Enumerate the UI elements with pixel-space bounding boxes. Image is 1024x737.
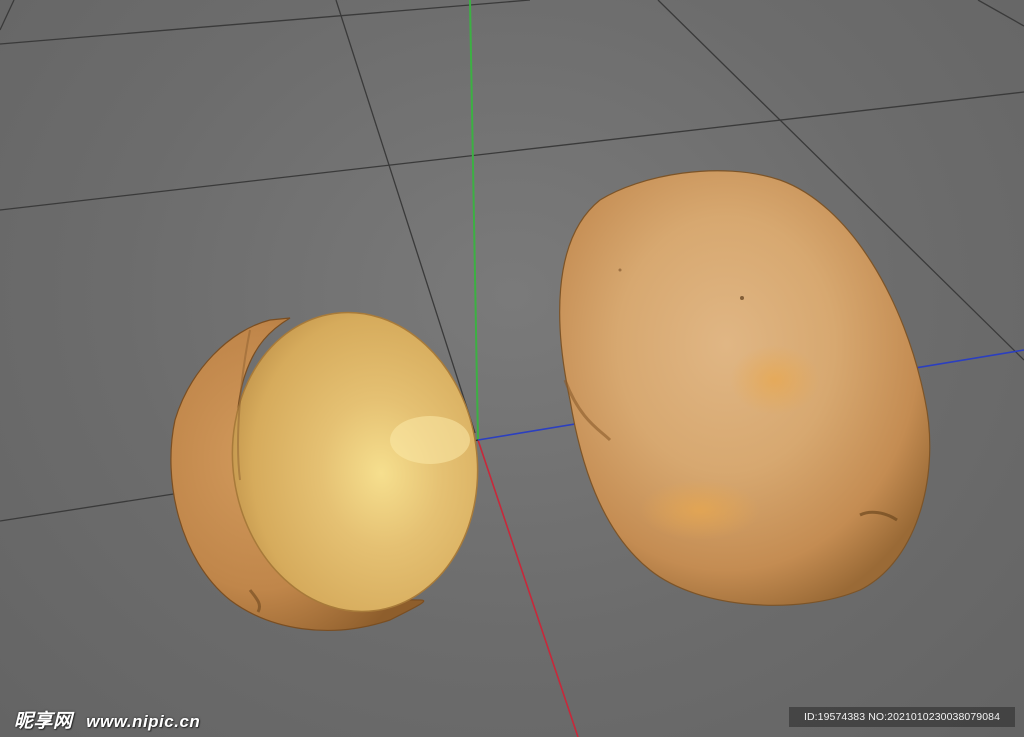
grid-line (0, 0, 15, 31)
grid-line (0, 0, 531, 45)
watermark-url: www.nipic.cn (86, 712, 201, 731)
x-axis-line (477, 439, 579, 737)
watermark-id-badge: ID:19574383 NO:20210102300380790​84 (789, 707, 1015, 727)
watermark-brand: 昵享网 www.nipic.cn (14, 706, 200, 733)
grid-line (0, 492, 181, 522)
whole-potato[interactable] (559, 170, 931, 606)
3d-viewport[interactable]: 昵享网 www.nipic.cn ID:19574383 NO:20210102… (0, 0, 1024, 737)
watermark-brand-name: 昵享网 (14, 711, 73, 732)
grid-line (0, 91, 1024, 211)
y-axis-line (469, 0, 479, 441)
scene-canvas[interactable] (0, 0, 1024, 737)
grid-line (977, 0, 1024, 27)
